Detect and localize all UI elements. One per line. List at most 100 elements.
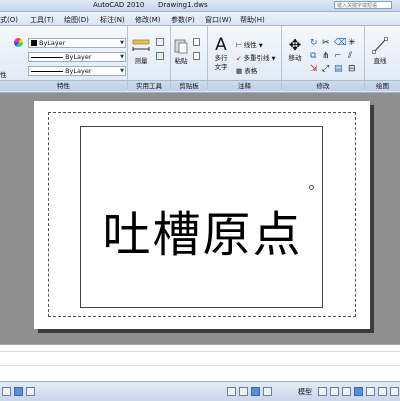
- chevron-down-icon: ▼: [271, 56, 276, 62]
- color-wheel-icon[interactable]: [14, 38, 23, 47]
- command-input-line: [0, 365, 400, 366]
- linetype-value: ByLayer: [65, 53, 92, 61]
- menu-format[interactable]: 式(O): [0, 15, 18, 25]
- paste-button[interactable]: 粘贴: [172, 38, 190, 66]
- menu-bar: 式(O) 工具(T) 绘图(D) 标注(N) 修改(M) 参数(P) 窗口(W)…: [0, 12, 400, 26]
- chevron-down-icon: ▼: [120, 40, 124, 46]
- line-label: 直线: [373, 57, 387, 65]
- menu-window[interactable]: 窗口(W): [205, 15, 231, 25]
- app-title: AutoCAD 2010: [93, 1, 145, 9]
- chevron-down-icon: ▼: [258, 43, 263, 49]
- menu-help[interactable]: 帮助(H): [240, 15, 265, 25]
- mtext-label-line2: 文字: [214, 63, 228, 71]
- break-icon[interactable]: ⊟: [348, 64, 356, 74]
- annotation-visibility-icon[interactable]: [330, 387, 339, 396]
- move-button[interactable]: ✥ 移动: [284, 37, 306, 63]
- copy-object-icon[interactable]: ⧉: [310, 51, 316, 61]
- scale-icon[interactable]: ⤢: [322, 64, 329, 74]
- clipboard-icon: [174, 39, 188, 54]
- mleader-icon: ↙: [236, 54, 242, 62]
- menu-parametric[interactable]: 参数(P): [171, 15, 195, 25]
- snap-icon[interactable]: [14, 387, 23, 396]
- hardware-acceleration-icon[interactable]: [366, 387, 375, 396]
- lineweight-value: ByLayer: [65, 67, 92, 75]
- quick-view-layouts-icon[interactable]: [227, 387, 236, 396]
- annotation-scale-icon[interactable]: [318, 387, 327, 396]
- measure-button[interactable]: 测量: [130, 38, 152, 66]
- pan-icon[interactable]: [251, 387, 260, 396]
- lineweight-preview-icon: [31, 70, 63, 72]
- properties-panel-label[interactable]: 特性: [0, 80, 127, 91]
- move-label: 移动: [288, 54, 302, 62]
- utilities-panel-label[interactable]: 实用工具: [128, 80, 170, 91]
- measure-icon: [132, 39, 150, 51]
- menu-tools[interactable]: 工具(T): [30, 15, 54, 25]
- menu-modify[interactable]: 修改(M): [135, 15, 161, 25]
- ribbon: 性 ByLayer ▼ ByLayer ▼ ByLayer ▼ 特性 测量 实用…: [0, 26, 400, 93]
- drawing-text[interactable]: 吐槽原点: [81, 195, 324, 265]
- table-label: 表格: [244, 67, 258, 75]
- coordinates-icon[interactable]: [2, 387, 11, 396]
- erase-icon[interactable]: ⌫: [334, 38, 347, 48]
- linear-dim-icon: ⊢: [236, 41, 242, 49]
- stretch-icon[interactable]: ⇲: [310, 64, 318, 74]
- workspace-switch-icon[interactable]: [342, 387, 351, 396]
- search-input[interactable]: 键入关键字或短语: [334, 1, 392, 9]
- copy-icon[interactable]: [193, 38, 200, 46]
- chevron-down-icon: ▼: [120, 54, 124, 60]
- move-arrows-icon: ✥: [288, 36, 302, 54]
- isolate-objects-icon[interactable]: [378, 387, 387, 396]
- mtext-button[interactable]: A 多行 文字: [210, 37, 232, 72]
- menu-dimension[interactable]: 标注(N): [100, 15, 125, 25]
- offset-icon[interactable]: ⫽: [348, 51, 352, 61]
- linear-dim-button[interactable]: ⊢ 线性 ▼: [236, 39, 263, 49]
- properties-cut-label: 性: [0, 71, 7, 79]
- color-swatch-icon: [31, 40, 37, 46]
- line-icon: [372, 37, 388, 54]
- linetype-combo[interactable]: ByLayer ▼: [28, 52, 126, 62]
- modify-panel-label[interactable]: 修改: [282, 80, 364, 91]
- color-combo[interactable]: ByLayer ▼: [28, 38, 126, 48]
- table-button[interactable]: ▦ 表格: [236, 65, 257, 75]
- draw-panel-label[interactable]: 绘图: [365, 80, 400, 91]
- clean-screen-icon[interactable]: [390, 387, 399, 396]
- grid-icon[interactable]: [26, 387, 35, 396]
- quick-view-drawings-icon[interactable]: [239, 387, 248, 396]
- array-icon[interactable]: ▤: [334, 64, 343, 74]
- status-bar: 模型: [0, 381, 400, 401]
- mleader-label: 多重引线: [243, 54, 270, 62]
- toolbar-lock-icon[interactable]: [354, 387, 363, 396]
- rotate-icon[interactable]: ↻: [310, 38, 318, 48]
- chevron-down-icon: ▼: [120, 68, 124, 74]
- explode-icon[interactable]: ✳: [348, 38, 356, 48]
- drawing-canvas[interactable]: 吐槽原点: [0, 93, 400, 343]
- command-line[interactable]: [0, 344, 400, 381]
- zoom-icon[interactable]: [263, 387, 272, 396]
- paper-sheet: 吐槽原点: [34, 101, 370, 329]
- line-button[interactable]: 直线: [368, 37, 392, 66]
- text-a-icon: A: [215, 35, 227, 55]
- id-point-icon[interactable]: [156, 52, 164, 60]
- measure-label: 测量: [134, 57, 148, 65]
- color-value: ByLayer: [39, 39, 66, 47]
- layout-viewport[interactable]: 吐槽原点: [80, 126, 323, 308]
- mirror-icon[interactable]: ⋔: [322, 51, 330, 61]
- paste-label: 粘贴: [174, 57, 188, 65]
- annotation-panel-label[interactable]: 注释: [208, 80, 281, 91]
- crosshair-cursor-icon: [309, 185, 314, 190]
- linear-dim-label: 线性: [243, 41, 257, 49]
- title-bar: AutoCAD 2010 Drawing1.dws 键入关键字或短语: [0, 0, 400, 12]
- fillet-icon[interactable]: ⌐: [334, 51, 342, 61]
- trim-icon[interactable]: ✂: [322, 38, 330, 48]
- command-history-line: [0, 351, 400, 352]
- mtext-label-line1: 多行: [214, 54, 228, 62]
- cut-icon[interactable]: [193, 52, 200, 60]
- model-space-label[interactable]: 模型: [298, 387, 312, 397]
- table-icon: ▦: [236, 67, 243, 75]
- linetype-preview-icon: [31, 56, 63, 58]
- mleader-button[interactable]: ↙ 多重引线 ▼: [236, 52, 275, 62]
- quick-select-icon[interactable]: [156, 38, 164, 46]
- clipboard-panel-label[interactable]: 剪贴板: [171, 80, 207, 91]
- lineweight-combo[interactable]: ByLayer ▼: [28, 66, 126, 76]
- menu-draw[interactable]: 绘图(D): [64, 15, 89, 25]
